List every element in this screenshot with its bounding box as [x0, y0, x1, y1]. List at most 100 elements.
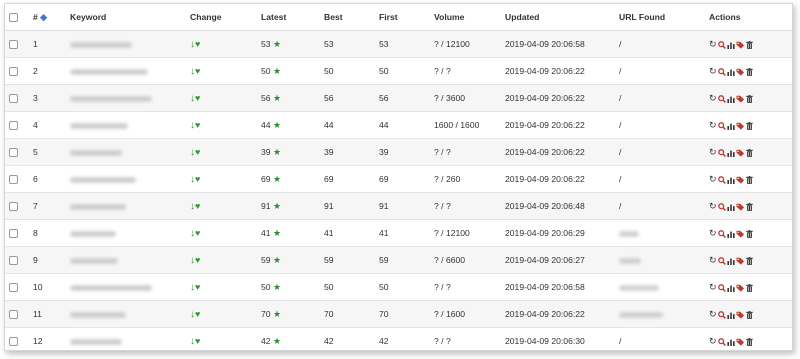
row-checkbox[interactable]: [9, 40, 18, 50]
keyword-cell[interactable]: [66, 327, 186, 350]
keyword-cell[interactable]: [66, 57, 186, 85]
keyword-cell[interactable]: [66, 84, 186, 112]
chart-icon[interactable]: [726, 120, 735, 130]
trash-icon[interactable]: [745, 228, 753, 238]
row-checkbox[interactable]: [9, 256, 18, 266]
table-row[interactable]: 5 ↓♥ 39 ★ 39 39 ? / ? 2019-04-09 20:06:2…: [5, 138, 792, 166]
chart-icon[interactable]: [726, 228, 735, 238]
trash-icon[interactable]: [745, 255, 753, 265]
refresh-icon[interactable]: ↻: [709, 93, 717, 104]
row-checkbox[interactable]: [9, 283, 18, 293]
tag-icon[interactable]: [736, 93, 745, 103]
tag-icon[interactable]: [736, 228, 745, 238]
chart-icon[interactable]: [726, 39, 735, 49]
keyword-cell[interactable]: [66, 165, 186, 193]
chart-icon[interactable]: [726, 282, 735, 292]
keyword-cell[interactable]: [66, 192, 186, 220]
tag-icon[interactable]: [736, 255, 745, 265]
header-change[interactable]: Change: [186, 4, 257, 31]
url-found-value[interactable]: /: [619, 39, 621, 49]
search-icon[interactable]: [717, 120, 726, 130]
search-icon[interactable]: [717, 309, 726, 319]
tag-icon[interactable]: [736, 147, 745, 157]
header-latest[interactable]: Latest: [257, 4, 320, 31]
chart-icon[interactable]: [726, 336, 735, 346]
trash-icon[interactable]: [745, 39, 753, 49]
header-first[interactable]: First: [375, 4, 430, 31]
search-icon[interactable]: [717, 228, 726, 238]
chart-icon[interactable]: [726, 66, 735, 76]
table-row[interactable]: 9 ↓♥ 59 ★ 59 59 ? / 6600 2019-04-09 20:0…: [5, 246, 792, 274]
table-row[interactable]: 2 ↓♥ 50 ★ 50 50 ? / ? 2019-04-09 20:06:2…: [5, 57, 792, 85]
keyword-cell[interactable]: [66, 111, 186, 139]
keyword-cell[interactable]: [66, 219, 186, 247]
search-icon[interactable]: [717, 93, 726, 103]
table-row[interactable]: 3 ↓♥ 56 ★ 56 56 ? / 3600 2019-04-09 20:0…: [5, 84, 792, 112]
tag-icon[interactable]: [736, 174, 745, 184]
header-number[interactable]: # ◆: [29, 4, 66, 31]
url-found-value[interactable]: /: [619, 174, 621, 184]
url-found-value[interactable]: /: [619, 66, 621, 76]
tag-icon[interactable]: [736, 120, 745, 130]
header-url-found[interactable]: URL Found: [615, 4, 705, 31]
search-icon[interactable]: [717, 147, 726, 157]
trash-icon[interactable]: [745, 282, 753, 292]
table-row[interactable]: 4 ↓♥ 44 ★ 44 44 1600 / 1600 2019-04-09 2…: [5, 111, 792, 139]
chart-icon[interactable]: [726, 174, 735, 184]
trash-icon[interactable]: [745, 147, 753, 157]
trash-icon[interactable]: [745, 66, 753, 76]
tag-icon[interactable]: [736, 282, 745, 292]
trash-icon[interactable]: [745, 120, 753, 130]
trash-icon[interactable]: [745, 309, 753, 319]
header-volume[interactable]: Volume: [430, 4, 501, 31]
url-found-value[interactable]: /: [619, 147, 621, 157]
trash-icon[interactable]: [745, 93, 753, 103]
search-icon[interactable]: [717, 255, 726, 265]
table-row[interactable]: 7 ↓♥ 91 ★ 91 91 ? / ? 2019-04-09 20:06:4…: [5, 192, 792, 220]
chart-icon[interactable]: [726, 201, 735, 211]
tag-icon[interactable]: [736, 309, 745, 319]
header-best[interactable]: Best: [320, 4, 375, 31]
trash-icon[interactable]: [745, 336, 753, 346]
keyword-cell[interactable]: [66, 273, 186, 301]
search-icon[interactable]: [717, 66, 726, 76]
row-checkbox[interactable]: [9, 229, 18, 239]
refresh-icon[interactable]: ↻: [709, 174, 717, 185]
row-checkbox[interactable]: [9, 202, 18, 212]
refresh-icon[interactable]: ↻: [709, 66, 717, 77]
table-row[interactable]: 8 ↓♥ 41 ★ 41 41 ? / 12100 2019-04-09 20:…: [5, 219, 792, 247]
refresh-icon[interactable]: ↻: [709, 39, 717, 50]
tag-icon[interactable]: [736, 336, 745, 346]
search-icon[interactable]: [717, 282, 726, 292]
table-row[interactable]: 12 ↓♥ 42 ★ 42 42 ? / ? 2019-04-09 20:06:…: [5, 327, 792, 350]
select-all-checkbox[interactable]: [9, 13, 18, 23]
refresh-icon[interactable]: ↻: [709, 228, 717, 239]
tag-icon[interactable]: [736, 39, 745, 49]
row-checkbox[interactable]: [9, 310, 18, 320]
chart-icon[interactable]: [726, 93, 735, 103]
refresh-icon[interactable]: ↻: [709, 255, 717, 266]
row-checkbox[interactable]: [9, 148, 18, 158]
search-icon[interactable]: [717, 39, 726, 49]
chart-icon[interactable]: [726, 255, 735, 265]
sort-icon[interactable]: ◆: [40, 12, 47, 22]
search-icon[interactable]: [717, 336, 726, 346]
chart-icon[interactable]: [726, 309, 735, 319]
table-row[interactable]: 11 ↓♥ 70 ★ 70 70 ? / 1600 2019-04-09 20:…: [5, 300, 792, 328]
refresh-icon[interactable]: ↻: [709, 309, 717, 320]
url-found-value[interactable]: /: [619, 93, 621, 103]
trash-icon[interactable]: [745, 201, 753, 211]
header-updated[interactable]: Updated: [501, 4, 615, 31]
keyword-cell[interactable]: [66, 30, 186, 58]
header-keyword[interactable]: Keyword: [66, 4, 186, 31]
url-found-value[interactable]: /: [619, 336, 621, 346]
search-icon[interactable]: [717, 174, 726, 184]
keyword-cell[interactable]: [66, 138, 186, 166]
table-row[interactable]: 1 ↓♥ 53 ★ 53 53 ? / 12100 2019-04-09 20:…: [5, 30, 792, 58]
row-checkbox[interactable]: [9, 67, 18, 77]
keyword-cell[interactable]: [66, 300, 186, 328]
table-row[interactable]: 6 ↓♥ 69 ★ 69 69 ? / 260 2019-04-09 20:06…: [5, 165, 792, 193]
refresh-icon[interactable]: ↻: [709, 201, 717, 212]
table-row[interactable]: 10 ↓♥ 50 ★ 50 50 ? / ? 2019-04-09 20:06:…: [5, 273, 792, 301]
row-checkbox[interactable]: [9, 121, 18, 131]
